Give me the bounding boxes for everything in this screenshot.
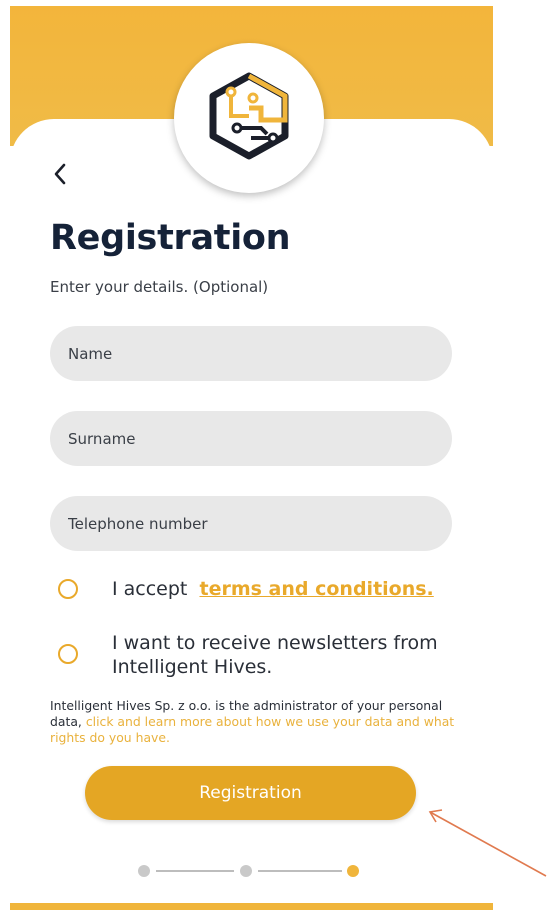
privacy-notice: Intelligent Hives Sp. z o.o. is the admi… xyxy=(50,698,460,746)
terms-radio[interactable] xyxy=(58,579,78,599)
terms-prefix: I accept xyxy=(112,578,188,600)
step-dot-2 xyxy=(240,865,252,877)
newsletter-radio[interactable] xyxy=(58,644,78,664)
terms-link[interactable]: terms and conditions. xyxy=(199,578,433,600)
newsletter-label: I want to receive newsletters from Intel… xyxy=(112,632,438,678)
terms-option: I accept terms and conditions. xyxy=(112,577,434,601)
step-connector-1 xyxy=(156,870,234,872)
annotation-arrow-icon xyxy=(428,809,547,877)
privacy-learn-more-link[interactable]: click and learn more about how we use yo… xyxy=(50,714,454,745)
step-connector-2 xyxy=(258,870,342,872)
telephone-field[interactable] xyxy=(50,496,452,551)
chevron-left-icon xyxy=(53,163,67,189)
circuit-hexagon-logo-icon xyxy=(201,68,297,168)
app-logo xyxy=(174,43,324,193)
progress-stepper xyxy=(138,864,368,878)
step-dot-1 xyxy=(138,865,150,877)
step-dot-3-active xyxy=(347,865,359,877)
app-screen: Registration Enter your details. (Option… xyxy=(10,6,493,910)
back-button[interactable] xyxy=(46,161,74,191)
page-title: Registration xyxy=(50,218,291,258)
page-subtitle: Enter your details. (Optional) xyxy=(50,278,269,296)
registration-button[interactable]: Registration xyxy=(85,766,416,820)
surname-field[interactable] xyxy=(50,411,452,466)
name-field[interactable] xyxy=(50,326,452,381)
